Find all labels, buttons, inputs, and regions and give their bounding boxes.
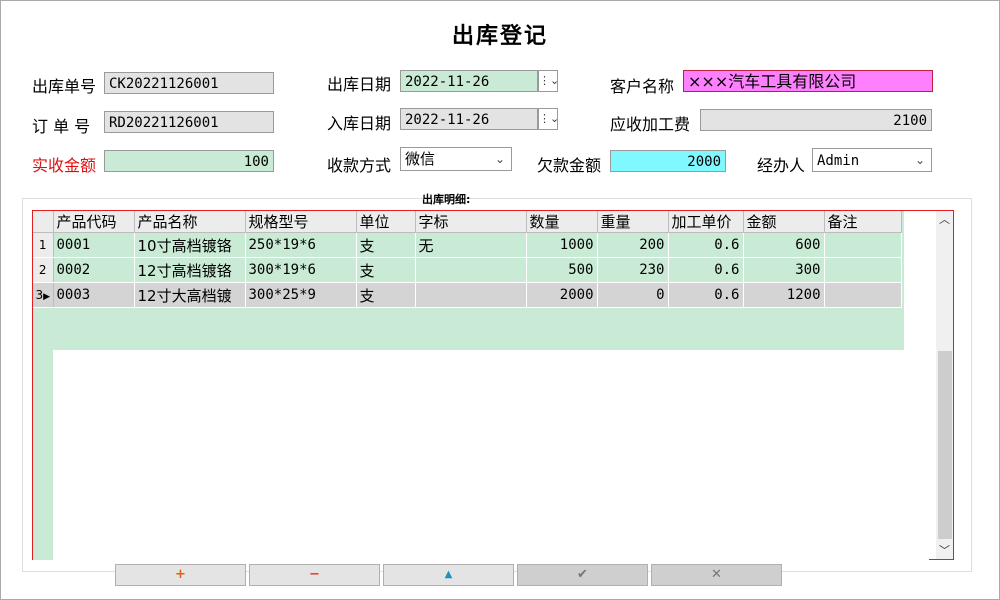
plus-icon: +	[175, 567, 186, 582]
table-row[interactable]: 2 0002 12寸高档镀铬 300*19*6 支 500 230 0.6 30…	[33, 257, 902, 283]
col-header-spec[interactable]: 规格型号	[245, 211, 357, 233]
cell-mark[interactable]: 无	[415, 232, 527, 258]
cell-spec[interactable]: 300*19*6	[245, 257, 357, 283]
col-header-unit[interactable]: 单位	[356, 211, 416, 233]
cell-name[interactable]: 12寸大高档镀	[134, 282, 246, 308]
outbound-date-label: 出库日期	[327, 75, 392, 94]
cell-amount[interactable]: 600	[743, 232, 825, 258]
cell-note[interactable]	[824, 282, 902, 308]
payment-method-label: 收款方式	[327, 156, 392, 175]
cell-unit[interactable]: 支	[356, 282, 416, 308]
scroll-down-icon[interactable]: ﹀	[936, 542, 953, 559]
cell-qty[interactable]: 2000	[526, 282, 598, 308]
col-header-price[interactable]: 加工单价	[668, 211, 744, 233]
col-header-note[interactable]: 备注	[824, 211, 902, 233]
cell-qty[interactable]: 500	[526, 257, 598, 283]
payment-method-select[interactable]: 微信 ⌄	[400, 147, 512, 171]
row-index[interactable]: 2	[33, 257, 54, 283]
handler-label: 经办人	[757, 156, 806, 175]
scroll-up-icon[interactable]: ︿	[936, 211, 953, 228]
cell-mark[interactable]	[415, 257, 527, 283]
customer-field[interactable]: ×××汽车工具有限公司	[683, 70, 933, 92]
outbound-date-field[interactable]: 2022-11-26	[400, 70, 538, 92]
cell-weight[interactable]: 200	[597, 232, 669, 258]
cell-note[interactable]	[824, 232, 902, 258]
add-row-button[interactable]: +	[115, 564, 246, 586]
row-index[interactable]: 1	[33, 232, 54, 258]
move-up-button[interactable]: ▲	[383, 564, 514, 586]
minus-icon: −	[309, 567, 320, 582]
cell-unit[interactable]: 支	[356, 232, 416, 258]
remove-row-button[interactable]: −	[249, 564, 380, 586]
row-index-text: 3	[35, 288, 44, 302]
scrollbar-thumb[interactable]	[938, 351, 952, 539]
close-icon: ✕	[711, 567, 722, 582]
handler-value: Admin	[817, 153, 860, 169]
inbound-date-label: 入库日期	[327, 114, 392, 133]
chevron-down-icon: ⌄	[914, 153, 925, 167]
cell-price[interactable]: 0.6	[668, 282, 744, 308]
current-row-arrow-icon: ▶	[43, 292, 51, 302]
col-header-amount[interactable]: 金额	[743, 211, 825, 233]
cell-price[interactable]: 0.6	[668, 232, 744, 258]
customer-label: 客户名称	[610, 77, 675, 96]
inbound-date-field[interactable]: 2022-11-26	[400, 108, 538, 130]
col-header-code[interactable]: 产品代码	[53, 211, 135, 233]
processing-fee-label: 应收加工费	[610, 115, 691, 134]
handler-select[interactable]: Admin ⌄	[812, 148, 932, 172]
corner-header	[33, 211, 54, 233]
cell-mark[interactable]	[415, 282, 527, 308]
triangle-up-icon: ▲	[444, 569, 453, 580]
cell-weight[interactable]: 0	[597, 282, 669, 308]
col-header-name[interactable]: 产品名称	[134, 211, 246, 233]
cell-name[interactable]: 10寸高档镀铬	[134, 232, 246, 258]
vertical-scrollbar[interactable]: ︿ ﹀	[936, 211, 953, 559]
cell-amount[interactable]: 300	[743, 257, 825, 283]
cell-qty[interactable]: 1000	[526, 232, 598, 258]
details-grid[interactable]: 产品代码 产品名称 规格型号 单位 字标 数量 重量 加工单价 金额 备注 1 …	[32, 210, 954, 560]
confirm-button[interactable]: ✔	[517, 564, 648, 586]
chevron-down-icon: ⌄	[494, 152, 505, 166]
cancel-button[interactable]: ✕	[651, 564, 782, 586]
details-label: 出库明细:	[422, 193, 471, 206]
col-header-weight[interactable]: 重量	[597, 211, 669, 233]
col-header-mark[interactable]: 字标	[415, 211, 527, 233]
outbound-date-picker-button[interactable]: ⋮⌄	[538, 70, 559, 92]
order-no-label: 订 单 号	[32, 117, 91, 136]
inbound-date-picker-button[interactable]: ⋮⌄	[538, 108, 559, 130]
cell-amount[interactable]: 1200	[743, 282, 825, 308]
cell-price[interactable]: 0.6	[668, 257, 744, 283]
row-index[interactable]: 3▶	[33, 282, 54, 308]
details-table: 产品代码 产品名称 规格型号 单位 字标 数量 重量 加工单价 金额 备注 1 …	[33, 211, 902, 308]
payment-method-value: 微信	[405, 150, 436, 168]
cell-unit[interactable]: 支	[356, 257, 416, 283]
owed-amount-field[interactable]: 2000	[610, 150, 726, 172]
received-amount-field[interactable]: 100	[104, 150, 274, 172]
cell-note[interactable]	[824, 257, 902, 283]
owed-amount-label: 欠款金额	[537, 156, 602, 175]
page-title: 出库登记	[451, 24, 548, 49]
cell-name[interactable]: 12寸高档镀铬	[134, 257, 246, 283]
col-header-qty[interactable]: 数量	[526, 211, 598, 233]
outbound-no-label: 出库单号	[32, 77, 97, 96]
cell-spec[interactable]: 300*25*9	[245, 282, 357, 308]
cell-code[interactable]: 0002	[53, 257, 135, 283]
order-no-field[interactable]: RD20221126001	[104, 111, 274, 133]
grid-empty-area	[53, 350, 929, 560]
cell-spec[interactable]: 250*19*6	[245, 232, 357, 258]
table-row-selected[interactable]: 3▶ 0003 12寸大高档镀 300*25*9 支 2000 0 0.6 12…	[33, 282, 902, 308]
cell-weight[interactable]: 230	[597, 257, 669, 283]
table-row[interactable]: 1 0001 10寸高档镀铬 250*19*6 支 无 1000 200 0.6…	[33, 232, 902, 258]
outbound-no-field[interactable]: CK20221126001	[104, 72, 274, 94]
checkmark-icon: ✔	[577, 567, 588, 582]
received-amount-label: 实收金额	[32, 156, 97, 175]
processing-fee-field[interactable]: 2100	[700, 109, 932, 131]
cell-code[interactable]: 0003	[53, 282, 135, 308]
cell-code[interactable]: 0001	[53, 232, 135, 258]
